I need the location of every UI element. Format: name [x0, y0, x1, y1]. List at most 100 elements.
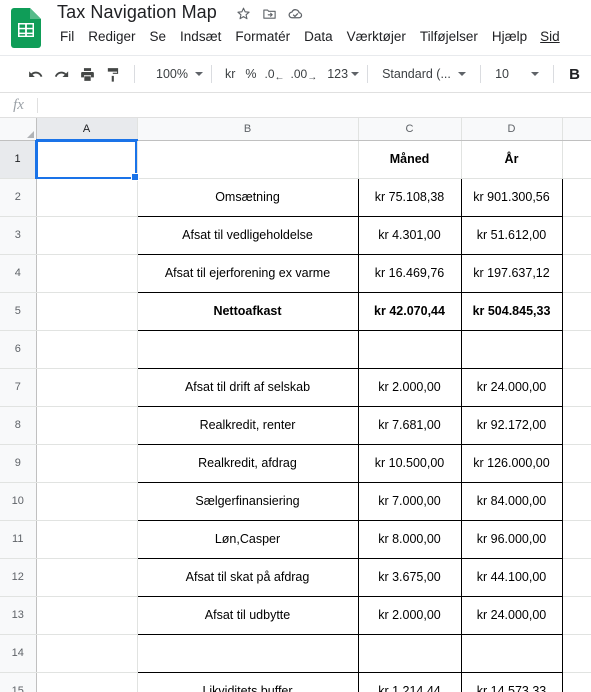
menu-item-indsaet[interactable]: Indsæt — [173, 27, 228, 46]
cell-B3[interactable]: Afsat til vedligeholdelse — [136, 215, 359, 255]
percent-format-button[interactable]: % — [240, 64, 261, 84]
cell-B12[interactable]: Afsat til skat på afdrag — [136, 557, 359, 597]
row-header-3[interactable]: 3 — [0, 216, 37, 255]
cell-D12[interactable]: kr 44.100,00 — [460, 557, 563, 597]
cell-A9[interactable] — [36, 444, 138, 483]
cell-E9[interactable] — [562, 444, 591, 483]
cell-E3[interactable] — [562, 216, 591, 255]
cell-A8[interactable] — [36, 406, 138, 445]
cell-E7[interactable] — [562, 368, 591, 407]
cell-D8[interactable]: kr 92.172,00 — [460, 405, 563, 445]
cell-E13[interactable] — [562, 596, 591, 635]
cell-C9[interactable]: kr 10.500,00 — [357, 443, 462, 483]
row-header-4[interactable]: 4 — [0, 254, 37, 293]
cell-E6[interactable] — [562, 330, 591, 369]
column-header-c[interactable]: C — [358, 118, 462, 141]
menu-item-se[interactable]: Se — [143, 27, 174, 46]
cell-E4[interactable] — [562, 254, 591, 293]
increase-decimal-button[interactable]: .00→ — [288, 67, 321, 83]
row-header-8[interactable]: 8 — [0, 406, 37, 445]
cell-B7[interactable]: Afsat til drift af selskab — [136, 367, 359, 407]
cell-E10[interactable] — [562, 482, 591, 521]
row-header-10[interactable]: 10 — [0, 482, 37, 521]
cell-C4[interactable]: kr 16.469,76 — [357, 253, 462, 293]
move-to-folder-icon[interactable] — [261, 5, 278, 22]
cell-B4[interactable]: Afsat til ejerforening ex varme — [136, 253, 359, 293]
cell-A6[interactable] — [36, 330, 138, 369]
font-size-select[interactable]: 10 — [489, 64, 545, 84]
cell-D5[interactable]: kr 504.845,33 — [460, 291, 563, 331]
cell-E5[interactable] — [562, 292, 591, 331]
menu-item-rediger[interactable]: Rediger — [81, 27, 142, 46]
cell-C10[interactable]: kr 7.000,00 — [357, 481, 462, 521]
cell-A3[interactable] — [36, 216, 138, 255]
cell-A12[interactable] — [36, 558, 138, 597]
bold-button[interactable]: B — [562, 64, 587, 85]
cell-E14[interactable] — [562, 634, 591, 673]
cell-D9[interactable]: kr 126.000,00 — [460, 443, 563, 483]
spreadsheet-grid[interactable]: A B C D 1 Måned År 2 Omsætning kr 75.108,38 kr… — [0, 118, 591, 692]
cell-C11[interactable]: kr 8.000,00 — [357, 519, 462, 559]
select-all-corner[interactable] — [0, 118, 37, 141]
cell-A11[interactable] — [36, 520, 138, 559]
cell-D13[interactable]: kr 24.000,00 — [460, 595, 563, 635]
cell-A14[interactable] — [36, 634, 138, 673]
cell-D14[interactable] — [460, 633, 563, 673]
cell-C13[interactable]: kr 2.000,00 — [357, 595, 462, 635]
cell-E1[interactable] — [562, 140, 591, 179]
row-header-7[interactable]: 7 — [0, 368, 37, 407]
cell-C5[interactable]: kr 42.070,44 — [357, 291, 462, 331]
redo-icon[interactable] — [48, 61, 74, 87]
cell-A7[interactable] — [36, 368, 138, 407]
cell-E12[interactable] — [562, 558, 591, 597]
menu-item-fil[interactable]: Fil — [57, 27, 81, 46]
menu-item-formater[interactable]: Formatér — [228, 27, 297, 46]
row-header-15[interactable]: 15 — [0, 672, 37, 692]
cell-D4[interactable]: kr 197.637,12 — [460, 253, 563, 293]
menu-item-hjaelp[interactable]: Hjælp — [485, 27, 534, 46]
menu-item-data[interactable]: Data — [297, 27, 340, 46]
cell-B2[interactable]: Omsætning — [136, 177, 359, 217]
row-header-6[interactable]: 6 — [0, 330, 37, 369]
column-header-a[interactable]: A — [36, 118, 138, 141]
cell-C1[interactable]: Måned — [358, 140, 462, 179]
cell-C12[interactable]: kr 3.675,00 — [357, 557, 462, 597]
cell-E11[interactable] — [562, 520, 591, 559]
cell-B8[interactable]: Realkredit, renter — [136, 405, 359, 445]
row-header-5[interactable]: 5 — [0, 292, 37, 331]
row-header-9[interactable]: 9 — [0, 444, 37, 483]
cell-E2[interactable] — [562, 178, 591, 217]
cell-E8[interactable] — [562, 406, 591, 445]
cell-D10[interactable]: kr 84.000,00 — [460, 481, 563, 521]
cell-E15[interactable] — [562, 672, 591, 692]
cell-C3[interactable]: kr 4.301,00 — [357, 215, 462, 255]
cell-A5[interactable] — [36, 292, 138, 331]
cell-D11[interactable]: kr 96.000,00 — [460, 519, 563, 559]
last-edit-status[interactable]: Sid — [534, 27, 562, 46]
cell-D6[interactable] — [460, 329, 563, 369]
cell-B5[interactable]: Nettoafkast — [136, 291, 359, 331]
cell-A1[interactable] — [36, 140, 138, 179]
print-icon[interactable] — [74, 61, 100, 87]
cell-B1[interactable] — [137, 140, 359, 179]
row-header-14[interactable]: 14 — [0, 634, 37, 673]
cell-B10[interactable]: Sælgerfinansiering — [136, 481, 359, 521]
cell-D7[interactable]: kr 24.000,00 — [460, 367, 563, 407]
cloud-icon[interactable] — [287, 5, 304, 22]
cell-D15[interactable]: kr 14.573,33 — [460, 671, 563, 692]
star-icon[interactable] — [235, 5, 252, 22]
font-family-select[interactable]: Standard (... — [376, 64, 472, 84]
cell-A2[interactable] — [36, 178, 138, 217]
document-title[interactable]: Tax Navigation Map — [57, 2, 217, 23]
formula-input[interactable] — [38, 93, 591, 117]
undo-icon[interactable] — [22, 61, 48, 87]
row-header-11[interactable]: 11 — [0, 520, 37, 559]
row-header-12[interactable]: 12 — [0, 558, 37, 597]
cell-C8[interactable]: kr 7.681,00 — [357, 405, 462, 445]
cell-C2[interactable]: kr 75.108,38 — [357, 177, 462, 217]
cell-A10[interactable] — [36, 482, 138, 521]
cell-B13[interactable]: Afsat til udbytte — [136, 595, 359, 635]
paint-format-icon[interactable] — [100, 61, 126, 87]
cell-A13[interactable] — [36, 596, 138, 635]
cell-C15[interactable]: kr 1.214,44 — [357, 671, 462, 692]
